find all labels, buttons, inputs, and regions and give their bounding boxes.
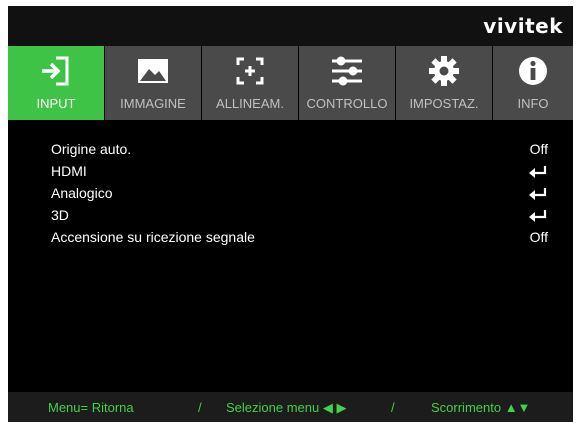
brand-logo: vivitek	[483, 14, 563, 38]
help-select: Selezione menu ◀ ▶	[226, 400, 347, 415]
tab-label: INPUT	[36, 96, 76, 111]
menu-item-analog[interactable]: Analogico	[8, 183, 573, 205]
menu-item-label: Analogico	[51, 185, 113, 201]
menu-item-label: HDMI	[51, 163, 87, 179]
alignment-icon	[236, 57, 264, 85]
projector-osd-menu: vivitek INPUT IMMAGINE ALLINEAM. CONTROL…	[8, 6, 573, 422]
enter-icon	[528, 165, 548, 179]
gear-icon	[429, 56, 459, 86]
help-scroll: Scorrimento ▲▼	[431, 400, 531, 415]
help-separator: /	[391, 400, 395, 415]
menu-item-power-on-signal[interactable]: Accensione su ricezione segnale Off	[8, 227, 573, 249]
tab-control[interactable]: CONTROLLO	[299, 46, 395, 120]
menu-tabs: INPUT IMMAGINE ALLINEAM. CONTROLLO IMPOS…	[8, 46, 573, 120]
tab-input[interactable]: INPUT	[8, 46, 104, 120]
help-return: Menu= Ritorna	[48, 400, 134, 415]
menu-item-label: 3D	[51, 207, 69, 223]
menu-item-auto-source[interactable]: Origine auto. Off	[8, 139, 573, 161]
tab-label: CONTROLLO	[306, 96, 388, 111]
tab-label: INFO	[517, 96, 549, 111]
tab-alignment[interactable]: ALLINEAM.	[202, 46, 298, 120]
enter-icon	[528, 209, 548, 223]
menu-item-label: Accensione su ricezione segnale	[51, 229, 255, 245]
menu-item-3d[interactable]: 3D	[8, 205, 573, 227]
menu-list: Origine auto. Off HDMI Analogico 3D Acce…	[8, 120, 573, 392]
tab-info[interactable]: INFO	[493, 46, 573, 120]
tab-image[interactable]: IMMAGINE	[105, 46, 201, 120]
enter-icon	[528, 187, 548, 201]
info-icon	[519, 57, 547, 85]
menu-item-value: Off	[529, 141, 548, 157]
input-icon	[42, 56, 69, 86]
image-icon	[138, 59, 168, 83]
sliders-icon	[332, 56, 362, 86]
menu-item-value: Off	[529, 229, 548, 245]
help-separator: /	[198, 400, 202, 415]
tab-label: IMPOSTAZ.	[409, 96, 479, 111]
help-bar: Menu= Ritorna / Selezione menu ◀ ▶ / Sco…	[8, 392, 573, 422]
tab-settings[interactable]: IMPOSTAZ.	[396, 46, 492, 120]
tab-label: IMMAGINE	[120, 96, 186, 111]
menu-item-label: Origine auto.	[51, 141, 132, 157]
top-bar: vivitek	[8, 6, 573, 46]
tab-label: ALLINEAM.	[216, 96, 284, 111]
menu-item-hdmi[interactable]: HDMI	[8, 161, 573, 183]
